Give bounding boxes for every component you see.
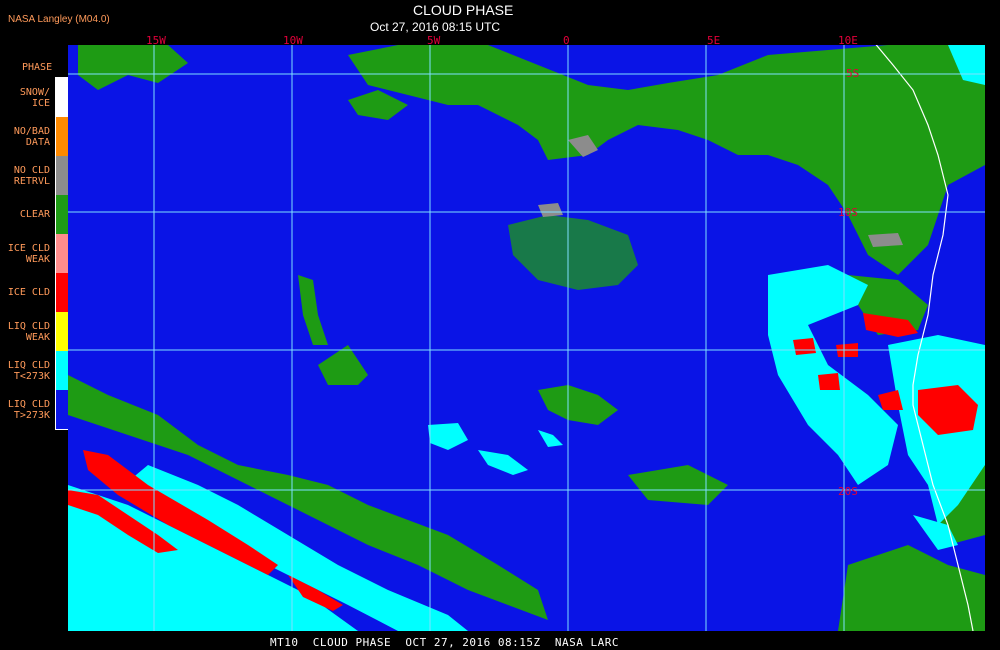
legend-label-line2: RETRVL	[13, 176, 50, 187]
footer-caption: MT10 CLOUD PHASE OCT 27, 2016 08:15Z NAS…	[270, 636, 620, 649]
legend-label: NO/BAD DATA	[0, 126, 50, 148]
legend-label: CLEAR	[0, 209, 50, 220]
lon-label-15w: 15W	[146, 34, 166, 47]
legend-label: LIQ CLD T>273K	[0, 399, 50, 421]
lat-label-5s: 5S	[846, 67, 860, 80]
legend-label-line2: ICE	[31, 98, 50, 109]
lon-label-10w: 10W	[283, 34, 303, 47]
legend-label-line1: NO CLD	[13, 165, 50, 176]
legend-label-line1: ICE CLD	[7, 243, 50, 254]
map-imagery	[68, 45, 985, 631]
legend-label-line2: T<273K	[13, 371, 50, 382]
lon-label-5w: 5W	[427, 34, 441, 47]
lon-label-0: 0	[563, 34, 570, 47]
lat-label-20s: 20S	[838, 485, 858, 498]
legend-label: ICE CLD WEAK	[0, 243, 50, 265]
map-title: CLOUD PHASE	[413, 2, 514, 18]
legend-label: NO CLD RETRVL	[0, 165, 50, 187]
legend-label-line2: DATA	[25, 137, 50, 148]
lat-label-10s: 10S	[838, 206, 858, 219]
lon-label-10e: 10E	[838, 34, 858, 47]
legend-label: ICE CLD	[0, 287, 50, 298]
legend-label-line1: ICE CLD	[7, 287, 50, 298]
legend-label-line1: LIQ CLD	[7, 360, 50, 371]
legend-label-line1: LIQ CLD	[7, 321, 50, 332]
legend-label-line2: WEAK	[25, 254, 50, 265]
legend-label-line1: SNOW/	[19, 87, 50, 98]
source-label: NASA Langley (M04.0)	[8, 14, 110, 25]
legend-label-line1: NO/BAD	[13, 126, 50, 137]
legend-label-line2: T>273K	[13, 410, 50, 421]
legend-label: SNOW/ICE	[0, 87, 50, 109]
legend-label-line1: LIQ CLD	[7, 399, 50, 410]
legend-label-line2: WEAK	[25, 332, 50, 343]
legend-label: LIQ CLD T<273K	[0, 360, 50, 382]
legend-label: LIQ CLD WEAK	[0, 321, 50, 343]
cloud-phase-map	[68, 45, 985, 631]
map-timestamp: Oct 27, 2016 08:15 UTC	[370, 20, 501, 34]
lon-label-5e: 5E	[707, 34, 721, 47]
legend-title: PHASE	[22, 62, 53, 73]
legend-label-line1: CLEAR	[19, 209, 50, 220]
